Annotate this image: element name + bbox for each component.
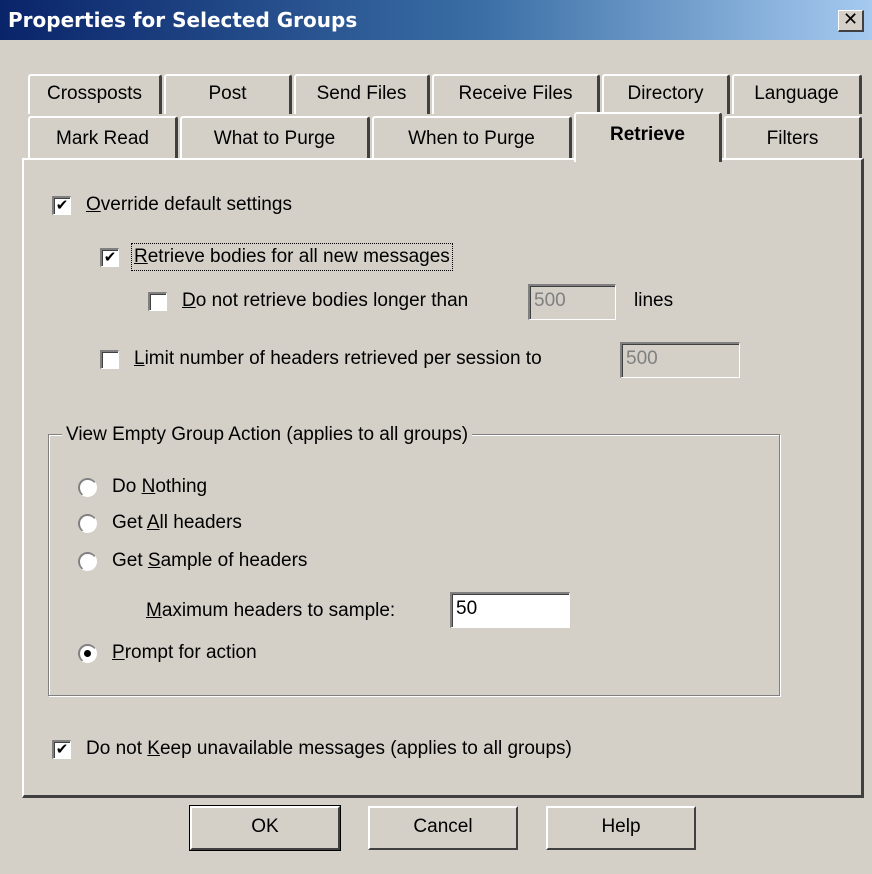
tab-retrieve[interactable]: Retrieve bbox=[574, 112, 722, 162]
close-icon: ✕ bbox=[842, 9, 859, 30]
tab-when-to-purge[interactable]: When to Purge bbox=[372, 116, 572, 160]
retrieve-bodies-checkbox[interactable]: ✔ bbox=[100, 248, 119, 267]
help-button[interactable]: Help bbox=[546, 806, 696, 850]
tab-receive-files[interactable]: Receive Files bbox=[432, 74, 600, 114]
limit-body-checkbox[interactable] bbox=[148, 292, 167, 311]
close-button[interactable]: ✕ bbox=[838, 10, 864, 32]
max-sample-input[interactable]: 50 bbox=[450, 592, 570, 628]
body-lines-input[interactable]: 500 bbox=[528, 284, 616, 320]
empty-group-action-groupbox bbox=[48, 434, 780, 696]
radio-do-nothing[interactable] bbox=[78, 478, 97, 497]
tab-post[interactable]: Post bbox=[164, 74, 292, 114]
tab-filters[interactable]: Filters bbox=[724, 116, 862, 160]
window-title: Properties for Selected Groups bbox=[8, 8, 358, 32]
radio-get-sample[interactable] bbox=[78, 552, 97, 571]
tab-mark-read[interactable]: Mark Read bbox=[28, 116, 178, 160]
tab-what-to-purge[interactable]: What to Purge bbox=[180, 116, 370, 160]
tab-send-files[interactable]: Send Files bbox=[294, 74, 430, 114]
ok-button[interactable]: OK bbox=[189, 805, 341, 851]
headers-limit-input[interactable]: 500 bbox=[620, 342, 740, 378]
limit-headers-checkbox[interactable] bbox=[100, 350, 119, 369]
radio-prompt-for-action[interactable] bbox=[78, 644, 97, 663]
cancel-button[interactable]: Cancel bbox=[368, 806, 518, 850]
empty-group-action-title: View Empty Group Action (applies to all … bbox=[62, 424, 473, 446]
radio-get-all-headers[interactable] bbox=[78, 514, 97, 533]
override-defaults-checkbox[interactable]: ✔ bbox=[52, 196, 71, 215]
tab-language[interactable]: Language bbox=[732, 74, 862, 114]
tab-crossposts[interactable]: Crossposts bbox=[28, 74, 162, 114]
tab-directory[interactable]: Directory bbox=[602, 74, 730, 114]
radio-selected-dot bbox=[84, 650, 91, 657]
do-not-keep-checkbox[interactable]: ✔ bbox=[52, 740, 71, 759]
